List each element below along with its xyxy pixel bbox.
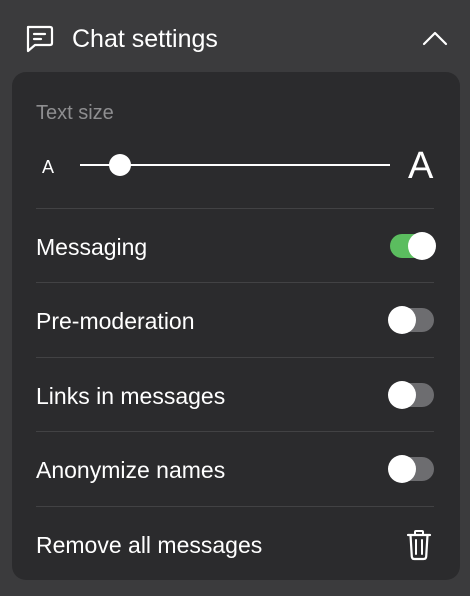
toggle-knob bbox=[388, 306, 416, 334]
text-size-large-label: A bbox=[408, 145, 434, 187]
setting-row-messaging: Messaging bbox=[36, 208, 436, 283]
setting-row-remove-all[interactable]: Remove all messages bbox=[36, 506, 434, 581]
pre-moderation-toggle[interactable] bbox=[388, 306, 434, 334]
trash-icon[interactable] bbox=[406, 529, 432, 561]
links-toggle[interactable] bbox=[388, 381, 434, 409]
messaging-label: Messaging bbox=[36, 234, 148, 260]
chevron-up-icon[interactable] bbox=[418, 22, 452, 56]
panel-title: Chat settings bbox=[72, 25, 218, 53]
toggle-knob bbox=[388, 455, 416, 483]
setting-row-anonymize: Anonymize names bbox=[36, 431, 434, 506]
pre-moderation-label: Pre-moderation bbox=[36, 308, 195, 334]
settings-panel: Text size A A Messaging Pre-moderation L… bbox=[12, 72, 460, 580]
slider-thumb[interactable] bbox=[109, 154, 132, 176]
links-label: Links in messages bbox=[36, 383, 226, 409]
anonymize-label: Anonymize names bbox=[36, 457, 226, 483]
chat-settings-header[interactable]: Chat settings bbox=[0, 0, 470, 78]
anonymize-toggle[interactable] bbox=[388, 455, 434, 483]
setting-row-links: Links in messages bbox=[36, 357, 434, 432]
remove-all-label[interactable]: Remove all messages bbox=[36, 531, 262, 559]
text-size-small-label: A bbox=[42, 157, 55, 177]
text-size-slider[interactable] bbox=[80, 152, 390, 178]
setting-row-pre-moderation: Pre-moderation bbox=[36, 282, 434, 357]
toggle-knob bbox=[408, 232, 436, 260]
text-size-label: Text size bbox=[36, 102, 114, 124]
toggle-knob bbox=[388, 381, 416, 409]
chat-message-icon bbox=[26, 25, 54, 53]
messaging-toggle[interactable] bbox=[390, 232, 436, 260]
